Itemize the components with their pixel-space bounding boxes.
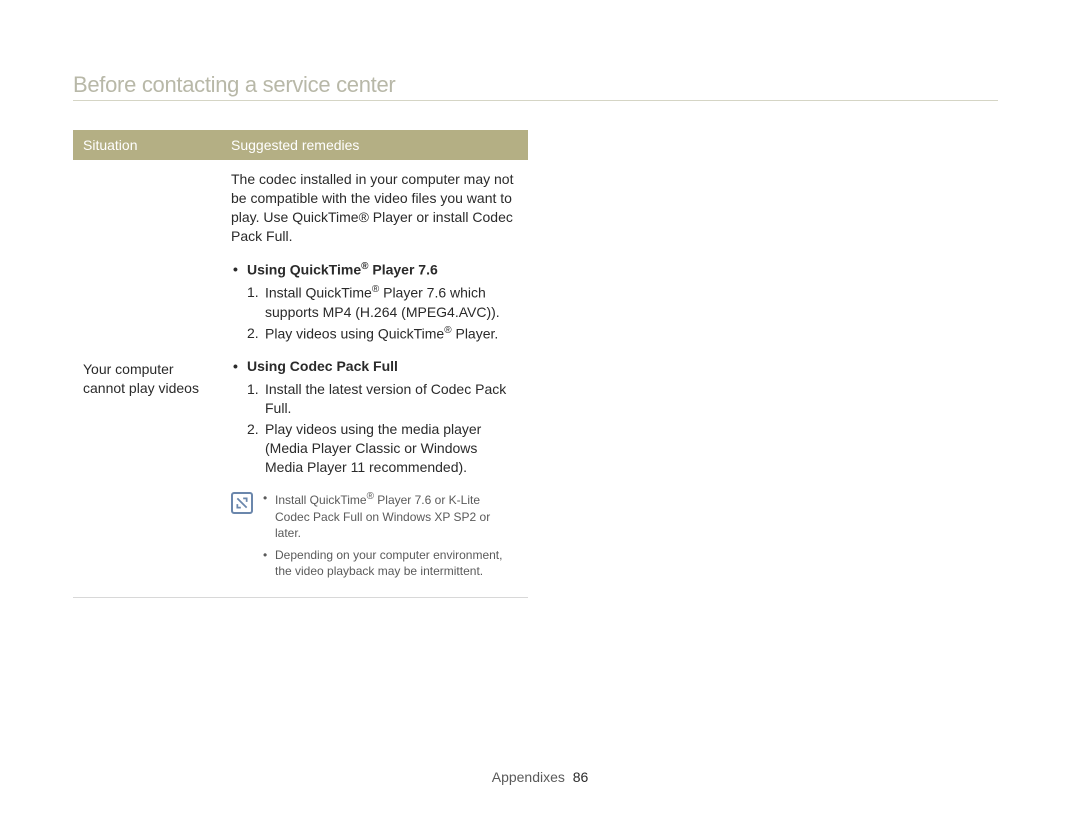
note-icon xyxy=(231,492,253,514)
troubleshooting-table: Situation Suggested remedies Your comput… xyxy=(73,130,528,598)
step-item: 2. Play videos using the media player (M… xyxy=(247,420,516,477)
note-content: • Install QuickTime® Player 7.6 or K-Lit… xyxy=(263,490,516,585)
td-situation: Your computer cannot play videos xyxy=(73,160,225,598)
note-box: • Install QuickTime® Player 7.6 or K-Lit… xyxy=(231,490,516,585)
section1-heading: • Using QuickTime® Player 7.6 xyxy=(231,260,516,280)
footer-page-number: 86 xyxy=(573,769,589,785)
section1-steps: 1. Install QuickTime® Player 7.6 which s… xyxy=(231,283,516,343)
th-situation: Situation xyxy=(73,137,225,153)
section1-heading-text: Using QuickTime® Player 7.6 xyxy=(247,260,438,280)
footer-section: Appendixes xyxy=(492,769,565,785)
step-item: 1. Install the latest version of Codec P… xyxy=(247,380,516,418)
note-item: • Depending on your computer environment… xyxy=(263,547,516,579)
section2-heading-text: Using Codec Pack Full xyxy=(247,357,398,376)
footer: Appendixes 86 xyxy=(0,769,1080,785)
table-body-row: Your computer cannot play videos The cod… xyxy=(73,160,528,598)
step-item: 2. Play videos using QuickTime® Player. xyxy=(247,324,516,344)
step-item: 1. Install QuickTime® Player 7.6 which s… xyxy=(247,283,516,321)
intro-text: The codec installed in your computer may… xyxy=(231,170,516,246)
note-item: • Install QuickTime® Player 7.6 or K-Lit… xyxy=(263,490,516,541)
table-header-row: Situation Suggested remedies xyxy=(73,130,528,160)
td-remedies: The codec installed in your computer may… xyxy=(225,160,528,598)
title-underline xyxy=(73,100,998,101)
section2-heading: • Using Codec Pack Full xyxy=(231,357,516,376)
section2-steps: 1. Install the latest version of Codec P… xyxy=(231,380,516,476)
bullet-icon: • xyxy=(231,260,247,279)
situation-text: Your computer cannot play videos xyxy=(83,360,215,398)
bullet-icon: • xyxy=(231,357,247,376)
th-remedies: Suggested remedies xyxy=(225,137,528,153)
page-title: Before contacting a service center xyxy=(73,72,395,98)
